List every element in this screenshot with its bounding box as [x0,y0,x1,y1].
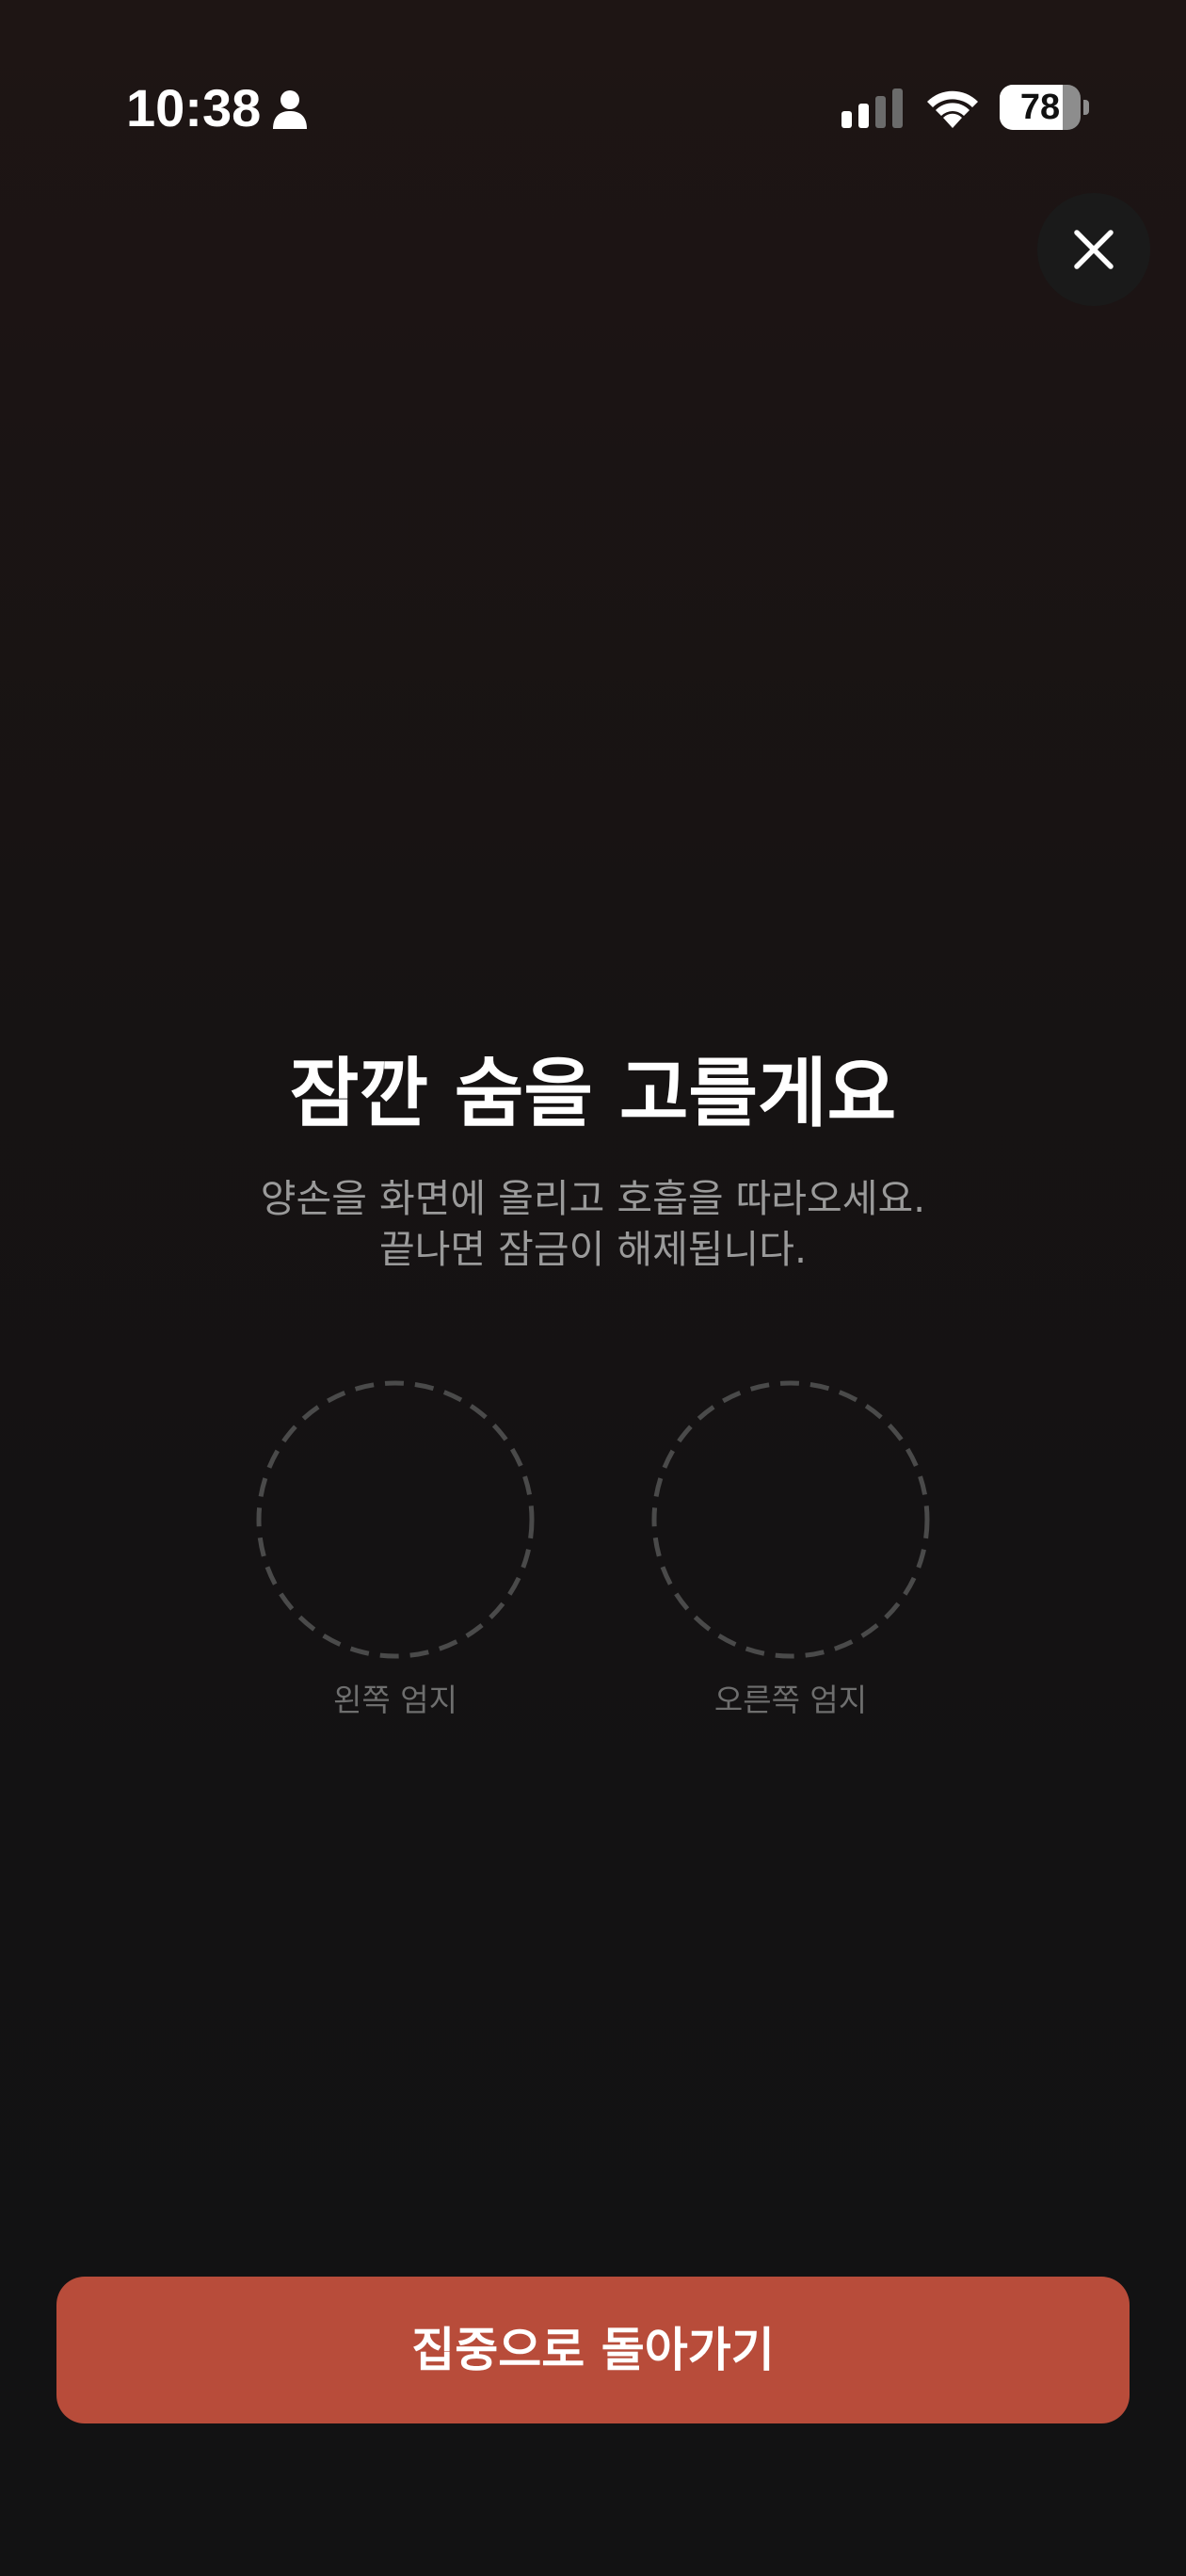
page-title: 잠깐 숨을 고를게요 [289,1050,897,1137]
wifi-icon [927,90,978,128]
right-thumb-label: 오른쪽 엄지 [713,1682,868,1718]
left-thumb-circle [256,1380,535,1659]
close-button[interactable] [1037,193,1150,306]
person-icon [273,90,307,129]
battery-icon: 78 [1000,85,1090,130]
battery-body: 78 [1000,85,1081,130]
cellular-signal-icon [841,89,903,128]
return-to-focus-button[interactable]: 집중으로 돌아가기 [56,2277,1130,2423]
status-time: 10:38 [126,78,262,137]
battery-level: 78 [1019,88,1061,127]
close-icon [1074,230,1114,269]
subtitle-line-1: 양손을 화면에 올리고 호흡을 따라오세요. [260,1176,926,1221]
right-thumb-target[interactable] [649,1378,932,1661]
left-thumb-label: 왼쪽 엄지 [333,1682,457,1718]
battery-cap [1083,100,1089,115]
left-thumb-target[interactable] [254,1378,537,1661]
page-subtitle: 양손을 화면에 올리고 호흡을 따라오세요. 끝나면 잠금이 해제됩니다. [0,1173,1186,1275]
subtitle-line-2: 끝나면 잠금이 해제됩니다. [378,1227,808,1272]
right-thumb-circle [651,1380,930,1659]
status-bar: 10:38 78 [0,0,1186,217]
